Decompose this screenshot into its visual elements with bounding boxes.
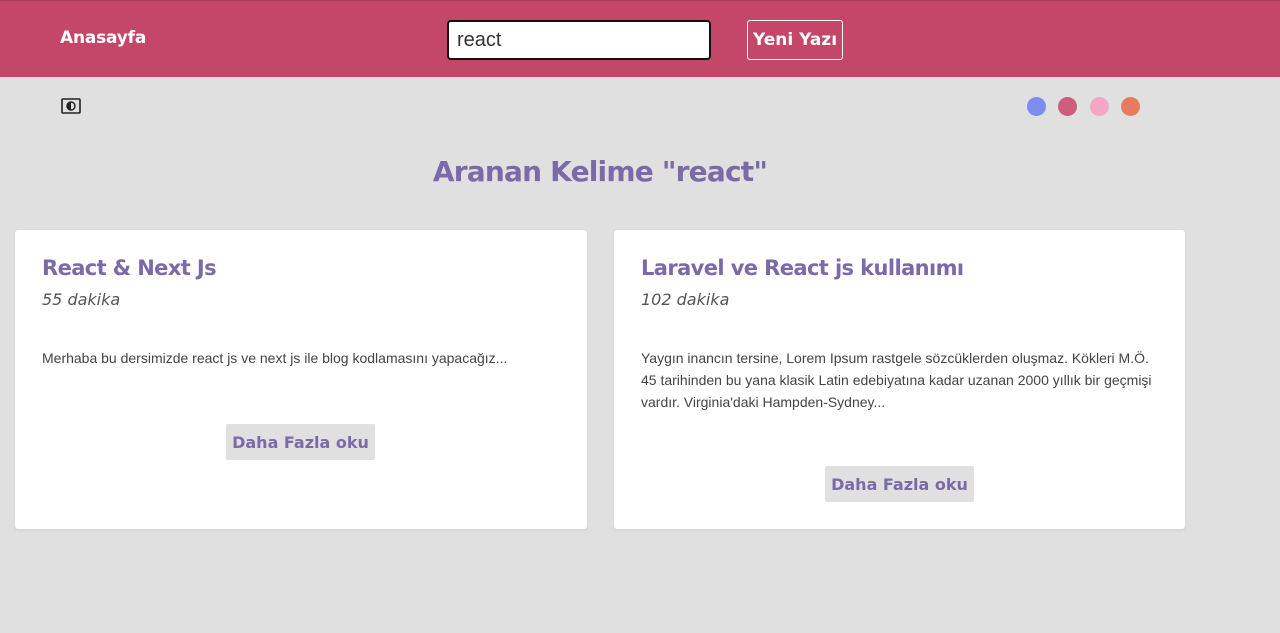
- post-excerpt: Merhaba bu dersimizde react js ve next j…: [42, 350, 508, 366]
- theme-color-swatch-blue[interactable]: [1027, 97, 1046, 116]
- theme-color-swatch-coral[interactable]: [1121, 97, 1140, 116]
- theme-color-swatch-pink[interactable]: [1090, 97, 1109, 116]
- top-navbar: Anasayfa Yeni Yazı: [0, 0, 1280, 77]
- contrast-toggle-icon[interactable]: [61, 98, 81, 114]
- post-card: Laravel ve React js kullanımı 102 dakika…: [614, 230, 1185, 529]
- search-input[interactable]: [447, 20, 711, 60]
- post-title[interactable]: Laravel ve React js kullanımı: [641, 256, 964, 280]
- read-more-button[interactable]: Daha Fazla oku: [226, 424, 375, 460]
- read-more-button[interactable]: Daha Fazla oku: [825, 466, 974, 502]
- post-card: React & Next Js 55 dakika Merhaba bu der…: [15, 230, 587, 529]
- theme-color-swatch-rose[interactable]: [1058, 97, 1077, 116]
- search-results-heading: Aranan Kelime "react": [432, 155, 768, 188]
- post-duration: 102 dakika: [641, 290, 730, 309]
- new-post-button[interactable]: Yeni Yazı: [747, 20, 843, 60]
- home-link[interactable]: Anasayfa: [60, 28, 146, 48]
- post-excerpt: Yaygın inancın tersine, Lorem Ipsum rast…: [641, 350, 1152, 410]
- post-title[interactable]: React & Next Js: [42, 256, 217, 280]
- post-duration: 55 dakika: [42, 290, 121, 309]
